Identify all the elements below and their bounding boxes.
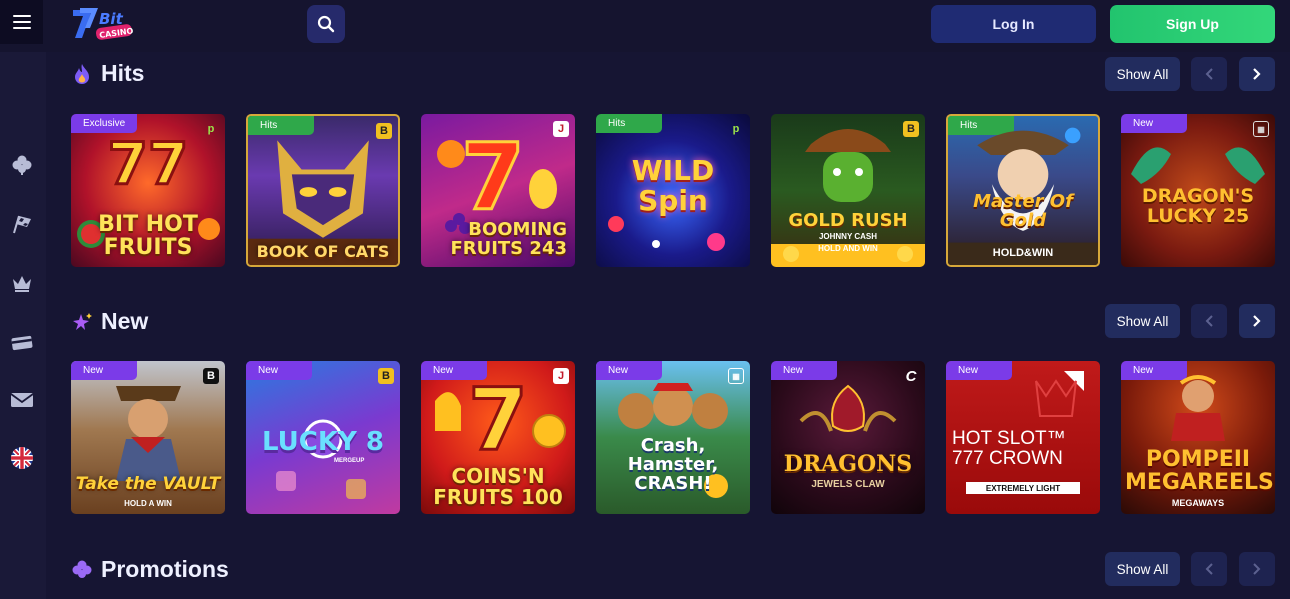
promotions-prev-button[interactable] [1191, 552, 1227, 586]
game-card-bit-hot-fruits[interactable]: Exclusive p 77 BIT HOT FRUITS [71, 114, 225, 267]
sidebar-item-vip[interactable] [7, 268, 37, 298]
game-title: DRAGON'S LUCKY 25 [1141, 185, 1255, 228]
game-title: GOLD RUSH [788, 210, 908, 232]
game-card-lucky-8[interactable]: New B LUCKY 8 MERGEUP [246, 361, 400, 514]
menu-icon-line [12, 21, 31, 23]
new-prev-button[interactable] [1191, 304, 1227, 338]
fire-icon [71, 63, 93, 85]
game-tag: HOLD A WIN [124, 499, 172, 508]
hits-next-button[interactable] [1239, 57, 1275, 91]
new-next-button[interactable] [1239, 304, 1275, 338]
game-card-coins-n-fruits-100[interactable]: New J 7 COINS'N FRUITS 100 [421, 361, 575, 514]
chevron-right-icon [1253, 315, 1261, 327]
game-card-gold-rush[interactable]: B GOLD RUSH JOHNNY CASH HOLD AND WIN [771, 114, 925, 267]
clover-icon [71, 559, 93, 581]
game-title: COINS'N FRUITS 100 [433, 464, 563, 509]
game-title: WILD Spin [631, 154, 715, 217]
section-title-label: Hits [101, 60, 145, 86]
section-title-label: Promotions [101, 556, 229, 582]
game-tag: JEWELS CLAW [811, 479, 885, 490]
bitcasino-logo[interactable]: Bit CASINO [70, 4, 136, 44]
clover-icon [12, 155, 32, 175]
game-tag: MEGAWAYS [1171, 498, 1225, 508]
section-title-promotions: Promotions [71, 556, 229, 583]
new-show-all-button[interactable]: Show All [1105, 304, 1180, 338]
menu-icon-line [12, 27, 31, 29]
game-title: DRAGONS [783, 450, 913, 477]
sidebar-item-racing[interactable] [7, 209, 37, 239]
game-card-pompeii-megareels[interactable]: New POMPEII MEGAREELS MEGAWAYS [1121, 361, 1275, 514]
game-title: LUCKY 8 [262, 426, 384, 457]
section-title-new: New [71, 308, 148, 335]
signup-button[interactable]: Sign Up [1110, 5, 1275, 43]
sidebar-item-language[interactable] [7, 443, 37, 473]
game-card-master-of-gold[interactable]: Hits Master Of Gold HOLD&WIN [946, 114, 1100, 267]
game-tag: EXTREMELY LIGHT [966, 482, 1080, 494]
game-card-take-the-vault[interactable]: New B Take the VAULT HOLD A WIN [71, 361, 225, 514]
game-title: BOOK OF CATS [256, 242, 390, 262]
game-title: Master Of Gold [973, 191, 1073, 232]
game-art [799, 384, 897, 432]
crown-icon [13, 276, 31, 292]
game-subtitle: JOHNNY CASH [818, 232, 878, 241]
menu-icon-line [12, 15, 31, 17]
search-button[interactable] [307, 5, 345, 43]
uk-flag-icon [11, 447, 33, 469]
game-tag: HOLD&WIN [992, 247, 1054, 259]
chevron-left-icon [1205, 563, 1213, 575]
game-title: BIT HOT FRUITS [98, 211, 198, 260]
game-tag: MERGEUP [334, 458, 365, 464]
game-card-crash-hamster-crash[interactable]: New ▦ Crash, Hamster, CRASH! [596, 361, 750, 514]
game-card-dragons-lucky-25[interactable]: New ▦ DRAGON'S LUCKY 25 [1121, 114, 1275, 267]
top-bar: Bit CASINO Log In Sign Up [0, 0, 1290, 52]
sidebar-item-messages[interactable] [7, 385, 37, 415]
game-card-hot-slot-777-crown[interactable]: New HOT SLOT™ 777 CROWN EXTREMELY LIGHT [946, 361, 1100, 514]
sidebar-item-cashier[interactable] [7, 327, 37, 357]
sparkle-icon [71, 311, 93, 333]
hits-show-all-button[interactable]: Show All [1105, 57, 1180, 91]
search-icon [317, 15, 335, 33]
promotions-next-button[interactable] [1239, 552, 1275, 586]
game-title: Crash, Hamster, CRASH! [627, 435, 719, 495]
mail-icon [10, 393, 34, 407]
login-button[interactable]: Log In [931, 5, 1096, 43]
game-title: Take the VAULT [75, 474, 221, 495]
promotions-show-all-button[interactable]: Show All [1105, 552, 1180, 586]
chevron-right-icon [1253, 68, 1261, 80]
game-title: BOOMING FRUITS 243 [450, 219, 567, 260]
svg-text:7: 7 [461, 124, 525, 231]
game-title: HOT SLOT™ 777 CROWN [952, 428, 1066, 469]
game-card-book-of-cats[interactable]: Hits B BOOK OF CATS [246, 114, 400, 267]
game-card-booming-fruits-243[interactable]: J 7 BOOMING FRUITS 243 [421, 114, 575, 267]
svg-text:77: 77 [108, 130, 189, 198]
chevron-right-icon [1253, 563, 1261, 575]
game-title: POMPEII MEGAREELS [1125, 446, 1274, 495]
hits-prev-button[interactable] [1191, 57, 1227, 91]
sidebar-item-clover[interactable] [7, 150, 37, 180]
chevron-left-icon [1205, 315, 1213, 327]
game-card-wild-spin[interactable]: Hits p WILD Spin [596, 114, 750, 267]
game-card-dragons-jewels-claw[interactable]: New C DRAGONS JEWELS CLAW [771, 361, 925, 514]
racing-flag-icon [13, 215, 31, 234]
menu-button[interactable] [0, 0, 43, 44]
chevron-left-icon [1205, 68, 1213, 80]
game-tag: HOLD AND WIN [818, 244, 878, 253]
section-title-label: New [101, 308, 149, 334]
sidebar [0, 52, 46, 599]
svg-text:7: 7 [468, 370, 528, 470]
card-icon [11, 335, 33, 351]
section-title-hits: Hits [71, 60, 144, 87]
